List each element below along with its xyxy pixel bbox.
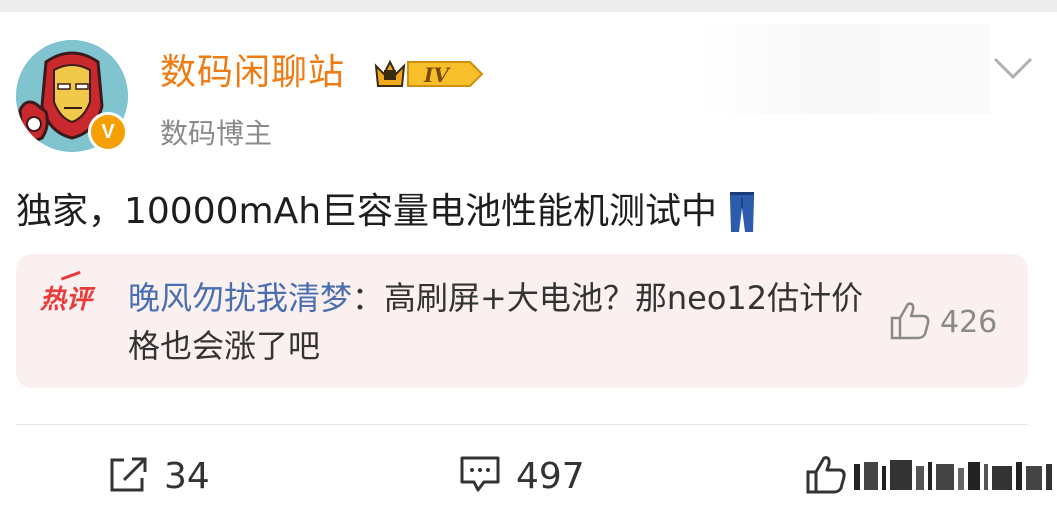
redacted-like-count [854, 456, 1054, 496]
comment-icon [458, 454, 502, 498]
thumbs-up-icon [888, 298, 932, 346]
share-icon [106, 454, 150, 498]
hot-comment-tag: 热评 [40, 270, 104, 320]
action-divider [16, 424, 1028, 425]
blurred-area [700, 24, 990, 114]
thumbs-up-icon [804, 452, 848, 500]
repost-count: 34 [164, 455, 210, 497]
like-button[interactable] [804, 452, 1054, 500]
comment-separator: ： [352, 279, 385, 317]
top-separator-bar [0, 0, 1057, 12]
hot-comment-box[interactable]: 热评 晚风勿扰我清梦：高刷屏+大电池？那neo12估计价格也会涨了吧 426 [16, 254, 1028, 388]
post-text-line: 独家，10000mAh巨容量电池性能机测试中 [16, 186, 757, 238]
commenter-name[interactable]: 晚风勿扰我清梦 [128, 279, 352, 317]
comment-count: 497 [516, 455, 585, 497]
author-name[interactable]: 数码闲聊站 [160, 50, 345, 96]
repost-button[interactable]: 34 [106, 452, 210, 500]
author-subtitle: 数码博主 [160, 117, 273, 150]
chevron-down-icon[interactable] [992, 54, 1034, 82]
vip-level-text: IV [423, 63, 451, 87]
hot-tag-label: 热评 [40, 285, 93, 315]
comment-button[interactable]: 497 [458, 452, 585, 500]
verified-badge: V [88, 112, 128, 152]
jeans-icon [727, 190, 757, 234]
post-body: 独家，10000mAh巨容量电池性能机测试中 [16, 191, 718, 232]
comment-like-count: 426 [940, 304, 998, 340]
comment-like-button[interactable]: 426 [888, 298, 997, 346]
hot-comment-text: 晚风勿扰我清梦：高刷屏+大电池？那neo12估计价格也会涨了吧 [128, 274, 888, 370]
vip-level-badge[interactable]: IV [374, 56, 486, 92]
